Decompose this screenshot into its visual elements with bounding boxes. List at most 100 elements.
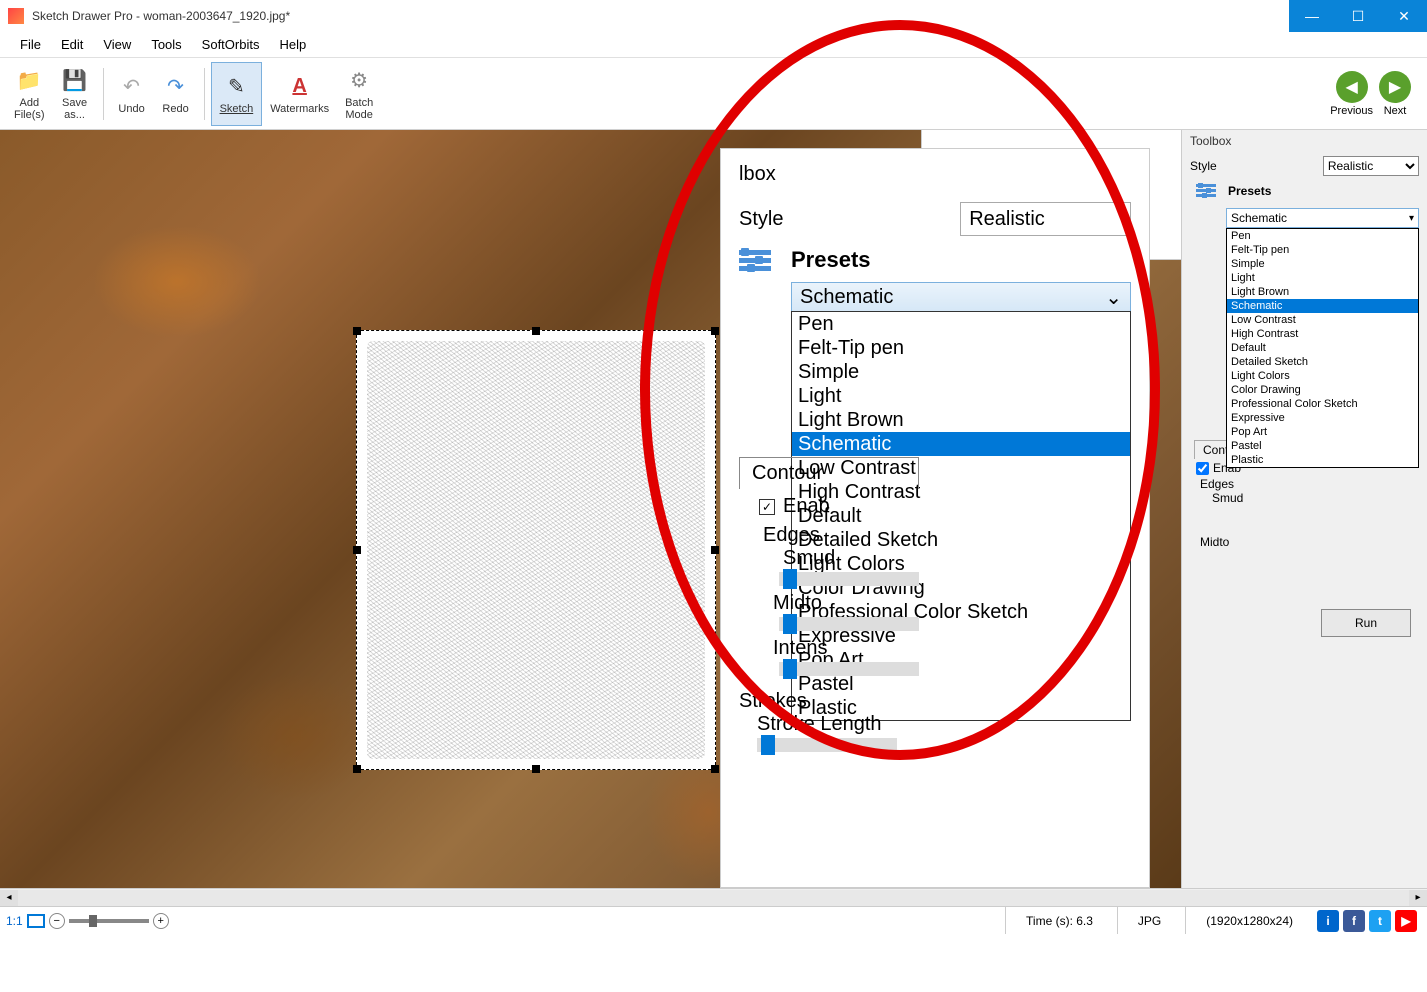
preset-option[interactable]: Plastic [1227, 453, 1418, 467]
preset-option[interactable]: Expressive [1227, 411, 1418, 425]
scroll-right-arrow[interactable]: ▸ [1409, 890, 1427, 906]
toolbox-panel: Toolbox Style Realistic Presets Schemati… [1181, 130, 1427, 888]
scroll-left-arrow[interactable]: ◂ [0, 890, 18, 906]
toolbox-header: Toolbox [1182, 130, 1427, 152]
facebook-icon[interactable]: f [1343, 910, 1365, 932]
next-button[interactable]: ▶ [1379, 71, 1411, 103]
preset-option[interactable]: Professional Color Sketch [1227, 397, 1418, 411]
menu-file[interactable]: File [10, 35, 51, 54]
zoom-smudge-slider[interactable] [779, 572, 919, 586]
zoom-in-button[interactable]: + [153, 913, 169, 929]
style-select[interactable]: Realistic [1323, 156, 1419, 176]
preset-option[interactable]: Light Brown [792, 408, 1130, 432]
info-icon[interactable]: i [1317, 910, 1339, 932]
zoom-enable-label: Enab [783, 495, 830, 518]
preset-option[interactable]: Felt-Tip pen [792, 336, 1130, 360]
sketch-button[interactable]: ✎Sketch [211, 62, 263, 126]
resize-handle[interactable] [353, 765, 361, 773]
preset-select[interactable]: Schematic ▾ [1226, 208, 1419, 228]
batch-mode-button[interactable]: ⚙Batch Mode [337, 62, 381, 126]
preset-option[interactable]: High Contrast [1227, 327, 1418, 341]
titlebar: Sketch Drawer Pro - woman-2003647_1920.j… [0, 0, 1427, 32]
menu-view[interactable]: View [93, 35, 141, 54]
main-area: Toolbox Style Realistic Presets Schemati… [0, 130, 1427, 888]
preset-option[interactable]: Pastel [1227, 439, 1418, 453]
preset-dropdown-list[interactable]: PenFelt-Tip penSimpleLightLight BrownSch… [1226, 228, 1419, 468]
sketch-preview [367, 341, 705, 759]
slider-thumb[interactable] [783, 659, 797, 679]
slider-thumb[interactable] [761, 735, 775, 755]
preset-option[interactable]: Color Drawing [1227, 383, 1418, 397]
preset-option[interactable]: Pop Art [1227, 425, 1418, 439]
preset-option[interactable]: Simple [792, 360, 1130, 384]
previous-button[interactable]: ◀ [1336, 71, 1368, 103]
undo-button[interactable]: ↶Undo [110, 62, 154, 126]
resize-handle[interactable] [711, 765, 719, 773]
preset-option[interactable]: Default [1227, 341, 1418, 355]
midtones-label: Midto [1182, 535, 1427, 549]
zoom-midtones-slider[interactable] [779, 617, 919, 631]
youtube-icon[interactable]: ▶ [1395, 910, 1417, 932]
preset-option[interactable]: Light Brown [1227, 285, 1418, 299]
redo-button[interactable]: ↷Redo [154, 62, 198, 126]
next-label: Next [1384, 105, 1407, 117]
watermarks-button[interactable]: AWatermarks [262, 62, 337, 126]
ribbon: 📁Add File(s) 💾Save as... ↶Undo ↷Redo ✎Sk… [0, 58, 1427, 130]
preset-option[interactable]: Pen [1227, 229, 1418, 243]
run-button[interactable]: Run [1321, 609, 1411, 637]
zoom-slider[interactable] [69, 919, 149, 923]
add-files-button[interactable]: 📁Add File(s) [6, 62, 53, 126]
minimize-button[interactable] [1289, 0, 1335, 32]
horizontal-scrollbar[interactable]: ◂ ▸ [0, 888, 1427, 906]
zoom-style-select[interactable]: Realistic [960, 202, 1131, 236]
zoom-tab-contour[interactable]: Contour [739, 457, 919, 489]
preset-option[interactable]: Schematic [1227, 299, 1418, 313]
zoom-title: lbox [739, 163, 1131, 186]
redo-label: Redo [162, 103, 188, 115]
zoom-stroke-length-slider[interactable] [757, 738, 897, 752]
preset-option[interactable]: Light [792, 384, 1130, 408]
zoom-intensity-slider[interactable] [779, 662, 919, 676]
preset-option[interactable]: Simple [1227, 257, 1418, 271]
preset-option[interactable]: Detailed Sketch [1227, 355, 1418, 369]
menu-softorbits[interactable]: SoftOrbits [192, 35, 270, 54]
resize-handle[interactable] [353, 327, 361, 335]
close-button[interactable] [1381, 0, 1427, 32]
sketch-icon: ✎ [222, 73, 250, 101]
resize-handle[interactable] [353, 546, 361, 554]
maximize-button[interactable] [1335, 0, 1381, 32]
fit-window-icon[interactable] [27, 914, 45, 928]
slider-thumb[interactable] [783, 569, 797, 589]
preset-option[interactable]: Low Contrast [1227, 313, 1418, 327]
zoom-style-value: Realistic [969, 208, 1045, 231]
preset-option[interactable]: Felt-Tip pen [1227, 243, 1418, 257]
preset-option[interactable]: Light [1227, 271, 1418, 285]
chevron-down-icon: ▾ [1409, 213, 1414, 224]
zoom-preset-select[interactable]: Schematic ⌄ [791, 282, 1131, 312]
zoom-enable-checkbox[interactable]: ✓ [759, 499, 775, 515]
zoom-smudge-label: Smud [783, 547, 919, 570]
menu-tools[interactable]: Tools [141, 35, 191, 54]
menu-help[interactable]: Help [269, 35, 316, 54]
preset-selected-value: Schematic [1231, 211, 1287, 225]
statusbar: 1:1 − + Time (s): 6.3 JPG (1920x1280x24)… [0, 906, 1427, 934]
save-as-button[interactable]: 💾Save as... [53, 62, 97, 126]
preset-option[interactable]: Pen [792, 312, 1130, 336]
divider [204, 68, 205, 120]
resize-handle[interactable] [532, 327, 540, 335]
resize-handle[interactable] [711, 327, 719, 335]
slider-thumb[interactable] [89, 915, 97, 927]
enable-checkbox[interactable] [1196, 462, 1209, 475]
scroll-track[interactable] [18, 890, 1409, 906]
slider-thumb[interactable] [783, 614, 797, 634]
zoom-ratio[interactable]: 1:1 [6, 914, 23, 928]
preset-option[interactable]: Light Colors [1227, 369, 1418, 383]
twitter-icon[interactable]: t [1369, 910, 1391, 932]
sketch-selection[interactable] [356, 330, 716, 770]
menu-edit[interactable]: Edit [51, 35, 93, 54]
zoom-out-button[interactable]: − [49, 913, 65, 929]
zoom-preset-value: Schematic [800, 286, 893, 309]
presets-label: Presets [1224, 184, 1419, 198]
resize-handle[interactable] [532, 765, 540, 773]
resize-handle[interactable] [711, 546, 719, 554]
